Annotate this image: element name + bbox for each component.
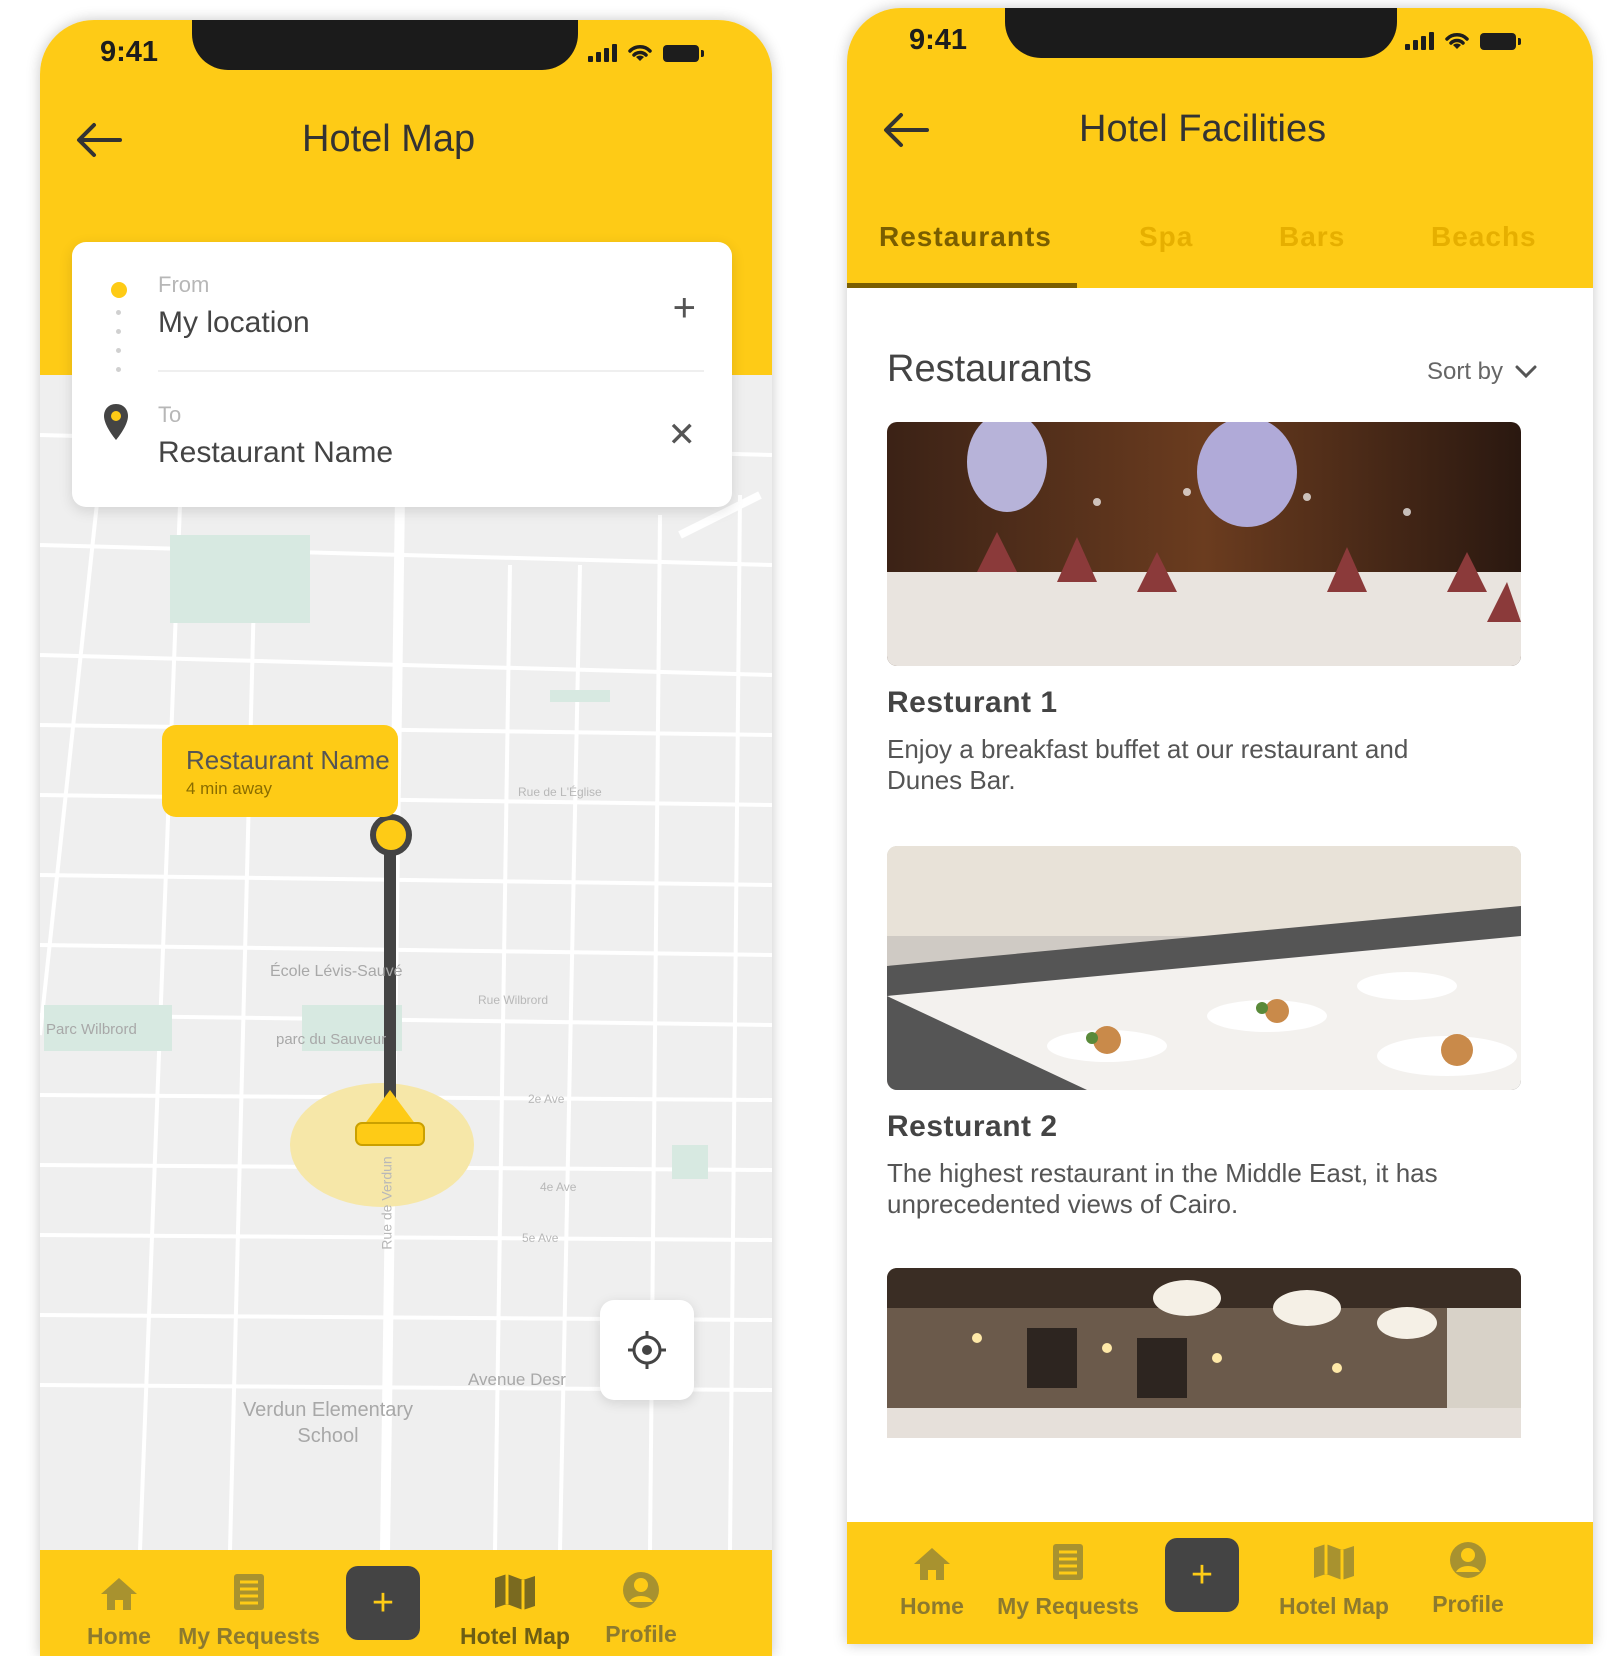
- page-title: Hotel Facilities: [1079, 108, 1327, 150]
- back-arrow-icon[interactable]: [76, 122, 122, 158]
- clear-destination-button[interactable]: ✕: [668, 418, 697, 452]
- to-label: To: [158, 402, 182, 427]
- status-icons: [1405, 30, 1521, 50]
- callout-name: Restaurant Name: [186, 745, 390, 775]
- profile-icon: [623, 1572, 659, 1608]
- restaurant-1-description: Enjoy a breakfast buffet at our restaura…: [887, 734, 1409, 795]
- restaurant-photo-1: [887, 422, 1521, 666]
- sort-by-dropdown[interactable]: Sort by: [1427, 358, 1537, 386]
- tab-beachs[interactable]: Beachs: [1431, 221, 1537, 253]
- add-request-button[interactable]: +: [1165, 1538, 1239, 1612]
- tab-spa[interactable]: Spa: [1139, 221, 1193, 253]
- map-label-school: Verdun Elementary School: [242, 1399, 414, 1447]
- hotel-map-screen: 9:41 Hotel Map Rue de L'Église Rue Wilbr…: [40, 20, 772, 1656]
- map-label-4e-ave: 4e Ave: [540, 1180, 577, 1194]
- home-icon: [914, 1548, 950, 1580]
- nav-requests-label: My Requests: [997, 1593, 1139, 1619]
- map-label-rue-eglise: Rue de L'Église: [518, 785, 602, 799]
- from-field[interactable]: My location: [158, 306, 310, 340]
- tab-bars[interactable]: Bars: [1279, 221, 1345, 253]
- nav-home-label: Home: [87, 1623, 151, 1649]
- crosshair-icon: [628, 1331, 666, 1369]
- nav-profile-label: Profile: [1432, 1591, 1504, 1617]
- restaurant-2-image[interactable]: [887, 846, 1521, 1090]
- nav-map-label: Hotel Map: [1279, 1593, 1389, 1619]
- nav-my-requests[interactable]: My Requests: [174, 1572, 324, 1650]
- chevron-down-icon: [1515, 365, 1537, 379]
- requests-icon: [234, 1574, 264, 1610]
- nav-profile[interactable]: Profile: [566, 1570, 716, 1648]
- map-label-2e-ave: 2e Ave: [528, 1092, 565, 1106]
- map-label-ecole: École Lévis-Sauvé: [270, 963, 403, 980]
- nav-home[interactable]: Home: [857, 1546, 1007, 1620]
- origin-dot-icon: [111, 282, 127, 298]
- tab-restaurants[interactable]: Restaurants: [879, 221, 1052, 253]
- map-label-5e-ave: 5e Ave: [522, 1231, 559, 1245]
- nav-profile[interactable]: Profile: [1393, 1540, 1543, 1618]
- restaurant-2-description: The highest restaurant in the Middle Eas…: [887, 1158, 1438, 1219]
- home-icon: [101, 1578, 137, 1610]
- back-arrow-icon[interactable]: [883, 112, 929, 148]
- bottom-nav: Home My Requests + Hotel Map Profile: [847, 1522, 1593, 1644]
- restaurant-photo-3: [887, 1268, 1521, 1438]
- active-tab-indicator: [847, 283, 1077, 288]
- route-dots: [116, 310, 122, 386]
- battery-icon: [1480, 33, 1521, 50]
- map-view[interactable]: Rue de L'Église Rue Wilbrord 2e Ave 4e A…: [40, 375, 772, 1550]
- map-icon: [1314, 1544, 1354, 1580]
- nav-hotel-map[interactable]: Hotel Map: [1259, 1542, 1409, 1620]
- notch: [1005, 8, 1397, 58]
- restaurant-1-image[interactable]: [887, 422, 1521, 666]
- map-label-rue-de-verdun: Rue de Verdun: [378, 1156, 395, 1250]
- map-icon: [495, 1574, 535, 1610]
- map-label-avenue: Avenue Desr: [468, 1370, 566, 1389]
- battery-icon: [663, 45, 704, 62]
- divider: [158, 370, 704, 372]
- restaurant-3-image[interactable]: [887, 1268, 1521, 1438]
- status-time: 9:41: [909, 24, 968, 56]
- from-label: From: [158, 272, 210, 297]
- add-request-button[interactable]: +: [346, 1566, 420, 1640]
- hotel-facilities-screen: 9:41 Hotel Facilities Restaurants Spa Ba…: [847, 8, 1593, 1644]
- nav-requests-label: My Requests: [178, 1623, 320, 1649]
- map-label-parc: Parc Wilbrord: [46, 1021, 137, 1038]
- map-label-parc-sauveur: parc du Sauveur: [276, 1031, 387, 1048]
- nav-home-label: Home: [900, 1593, 964, 1619]
- destination-callout[interactable]: Restaurant Name 4 min away: [162, 725, 398, 817]
- notch: [192, 20, 578, 70]
- restaurant-1-title[interactable]: Resturant 1: [887, 686, 1058, 720]
- map-pin-icon: [104, 404, 128, 440]
- restaurant-photo-2: [887, 846, 1521, 1090]
- nav-home[interactable]: Home: [44, 1576, 194, 1650]
- status-icons: [588, 42, 704, 62]
- status-time: 9:41: [100, 36, 159, 68]
- add-stop-button[interactable]: +: [673, 288, 696, 328]
- restaurant-2-title[interactable]: Resturant 2: [887, 1110, 1058, 1144]
- route-card: From My location + To Restaurant Name ✕: [72, 242, 732, 507]
- requests-icon: [1053, 1544, 1083, 1580]
- sort-by-label: Sort by: [1426, 358, 1503, 385]
- to-field[interactable]: Restaurant Name: [158, 436, 393, 470]
- section-title: Restaurants: [887, 348, 1092, 390]
- signal-icon: [588, 44, 617, 62]
- callout-eta: 4 min away: [186, 779, 272, 798]
- wifi-icon: [628, 45, 652, 61]
- page-title: Hotel Map: [302, 118, 476, 160]
- wifi-icon: [1445, 33, 1469, 49]
- profile-icon: [1450, 1542, 1486, 1578]
- bottom-nav: Home My Requests + Hotel Map Profile: [40, 1550, 772, 1656]
- nav-my-requests[interactable]: My Requests: [993, 1542, 1143, 1620]
- my-location-button[interactable]: [600, 1300, 694, 1400]
- map-label-rue-wilbrord: Rue Wilbrord: [478, 993, 549, 1007]
- signal-icon: [1405, 32, 1434, 50]
- category-tabs: Restaurants Spa Bars Beachs: [847, 213, 1593, 288]
- nav-profile-label: Profile: [605, 1621, 677, 1647]
